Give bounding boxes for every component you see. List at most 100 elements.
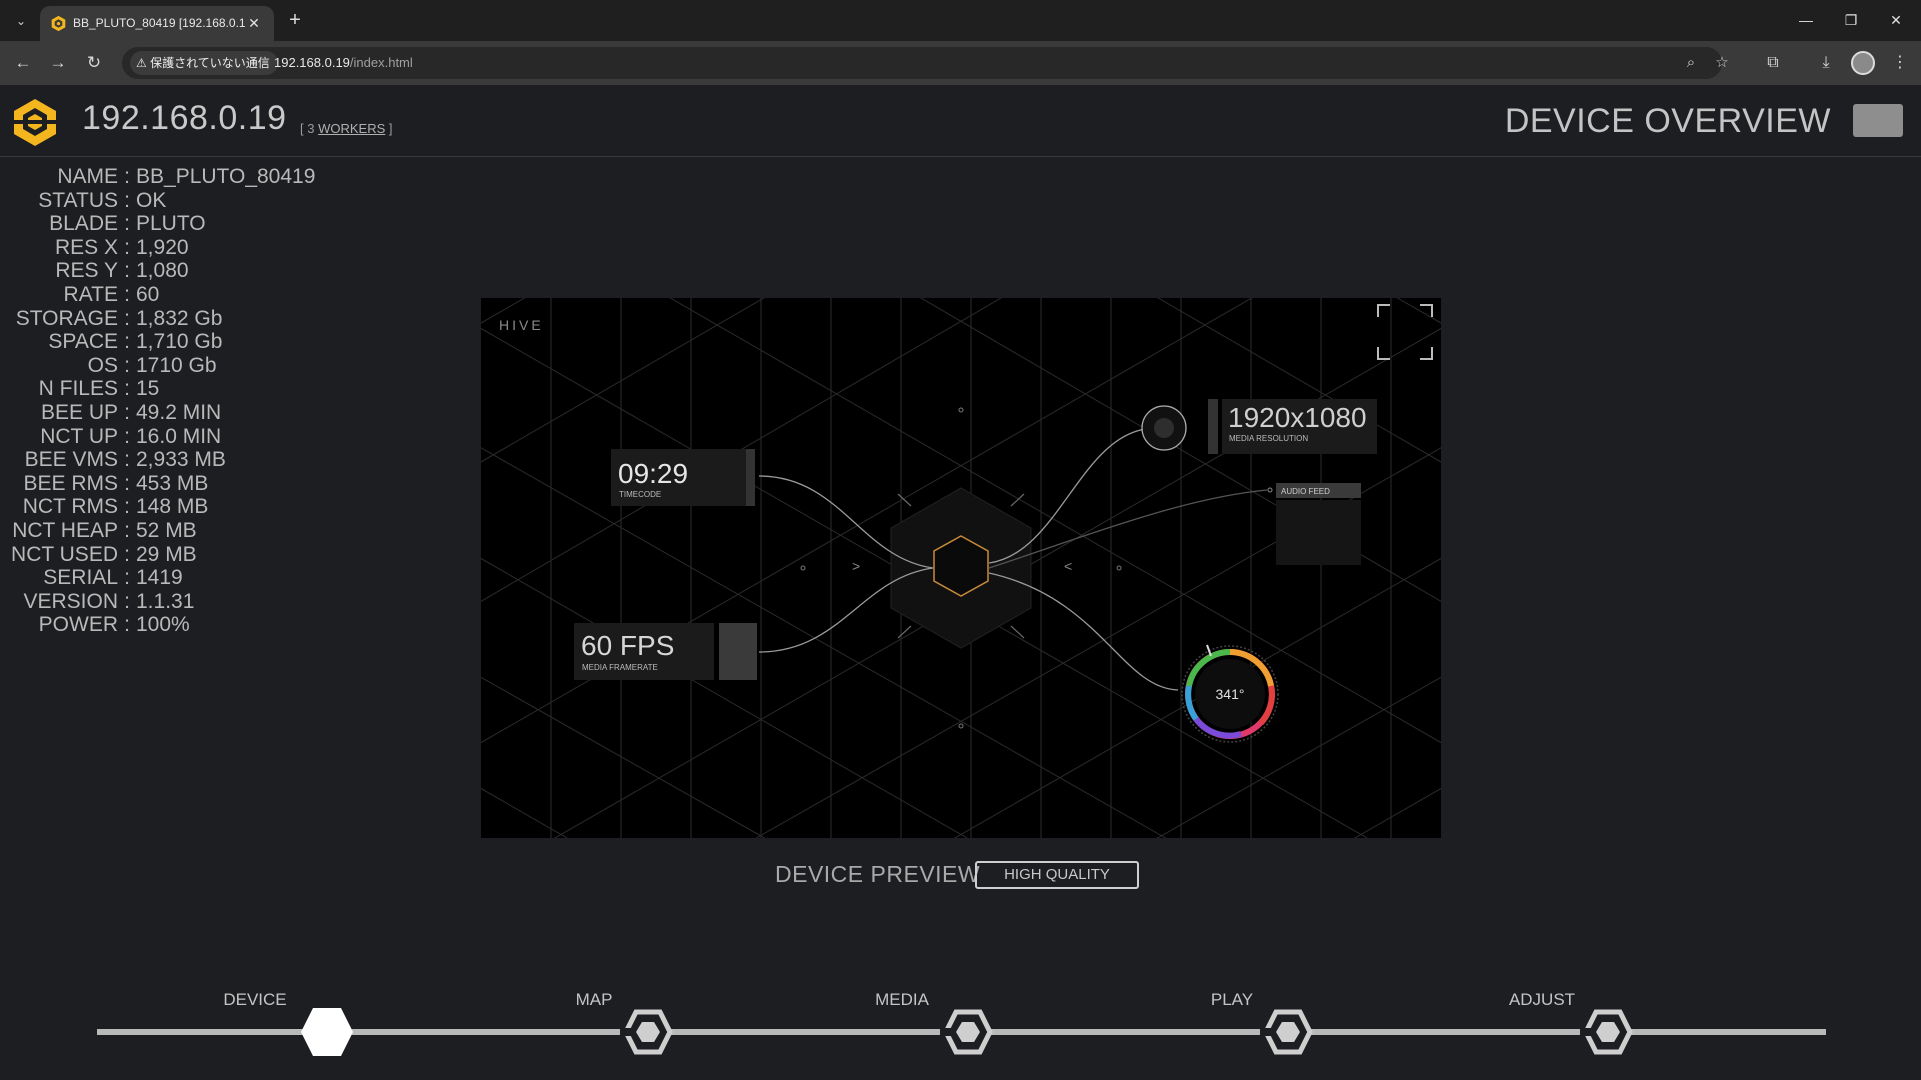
new-tab-icon[interactable]: + [283, 9, 307, 33]
app-header: 192.168.0.19 [ 3 WORKERS ] DEVICE OVERVI… [0, 85, 1921, 157]
back-icon[interactable]: ← [10, 51, 36, 75]
bookmark-star-icon[interactable]: ☆ [1711, 52, 1733, 74]
info-key: NAME [57, 165, 118, 188]
step-node-icon[interactable] [620, 1004, 676, 1060]
info-value: 52 MB [136, 518, 197, 542]
info-key: RATE [63, 282, 118, 306]
minimize-icon[interactable]: — [1791, 8, 1821, 32]
timecode-value: 09:29 [618, 458, 688, 489]
device-info-list: NAME: BB_PLUTO_80419 STATUS: OK BLADE: PLUTO R… [0, 165, 340, 637]
info-separator: : [124, 353, 130, 377]
info-row: N FILES:15 [0, 377, 340, 401]
info-value: 1419 [136, 566, 183, 590]
address-bar[interactable]: ⚠ 保護されていない通信 192.168.0.19/index.html ⌕ ☆ [122, 47, 1729, 79]
info-row: NCT RMS:148 MB [0, 495, 340, 519]
info-separator: : [124, 212, 130, 236]
info-separator: : [124, 235, 130, 259]
tab-title: BB_PLUTO_80419 [192.168.0.19 [73, 16, 245, 30]
warning-icon: ⚠ [136, 56, 147, 70]
info-row: RATE:60 [0, 283, 340, 307]
step-node-icon[interactable] [1580, 1004, 1636, 1060]
restore-icon[interactable]: ❐ [1836, 8, 1866, 32]
step-node-icon[interactable] [940, 1004, 996, 1060]
security-chip[interactable]: ⚠ 保護されていない通信 [130, 51, 278, 75]
info-row: RES X:1,920 [0, 236, 340, 260]
url-text[interactable]: 192.168.0.19/index.html [274, 55, 413, 70]
info-separator: : [124, 377, 130, 401]
info-value: BB_PLUTO_80419 [136, 165, 316, 188]
info-key: NCT UP [40, 424, 118, 448]
center-hex-group: > < [800, 407, 1122, 729]
browser-menu-icon[interactable]: ⋮ [1888, 51, 1912, 75]
info-key: RES Y [55, 259, 118, 283]
url-host: 192.168.0.19 [274, 55, 350, 70]
info-value: 60 [136, 282, 160, 306]
info-row: NCT USED:29 MB [0, 543, 340, 567]
info-value: 148 MB [136, 495, 209, 519]
close-window-icon[interactable]: ✕ [1881, 8, 1911, 32]
device-preview[interactable]: HIVE > < 09:29 TIMECODE 60 FPS MEDIA FRA… [481, 298, 1441, 838]
info-row: NCT HEAP:52 MB [0, 519, 340, 543]
workflow-stepper: DEVICE MAP MEDIA PLAY ADJUST [0, 990, 1921, 1080]
info-value: 1.1.31 [136, 589, 195, 613]
browser-tab[interactable]: BB_PLUTO_80419 [192.168.0.19 ✕ [40, 6, 274, 41]
info-key: BEE RMS [23, 471, 118, 495]
header-toggle-button[interactable] [1853, 104, 1903, 137]
step-node-active-icon[interactable] [299, 1004, 355, 1060]
info-key: NCT RMS [22, 495, 118, 519]
high-quality-button[interactable]: HIGH QUALITY [975, 861, 1139, 889]
tab-close-icon[interactable]: ✕ [244, 13, 264, 33]
resolution-value: 1920x1080 [1228, 402, 1367, 433]
info-separator: : [124, 400, 130, 424]
profile-avatar[interactable] [1851, 51, 1875, 75]
step-label-device[interactable]: DEVICE [195, 990, 315, 1010]
info-row: NCT UP:16.0 MIN [0, 425, 340, 449]
info-key: BEE VMS [24, 448, 118, 472]
info-key: POWER [38, 613, 118, 637]
workers-info: [ 3 WORKERS ] [300, 121, 392, 136]
info-separator: : [124, 518, 130, 542]
info-separator: : [124, 613, 130, 637]
page-title: DEVICE OVERVIEW [1504, 102, 1831, 140]
info-row: OS:1710 Gb [0, 354, 340, 378]
device-preview-label: DEVICE PREVIEW [775, 861, 981, 887]
info-row: SERIAL:1419 [0, 566, 340, 590]
info-key: BEE UP [40, 400, 118, 424]
info-separator: : [124, 542, 130, 566]
workers-link[interactable]: WORKERS [318, 121, 385, 136]
info-row: BEE VMS:2,933 MB [0, 448, 340, 472]
framerate-value: 60 FPS [581, 630, 674, 661]
info-value: PLUTO [136, 212, 206, 236]
hive-favicon-icon [51, 15, 66, 32]
info-value: 1,710 Gb [136, 330, 223, 354]
info-row: STATUS: OK [0, 189, 340, 213]
preview-brand: HIVE [499, 317, 544, 333]
forward-icon[interactable]: → [45, 51, 71, 75]
info-separator: : [124, 495, 130, 519]
info-value: 453 MB [136, 471, 209, 495]
info-value: 2,933 MB [136, 448, 226, 472]
resolution-panel: 1920x1080 MEDIA RESOLUTION [1141, 399, 1377, 454]
info-value: 1,832 Gb [136, 306, 223, 330]
info-key: BLADE [49, 212, 118, 236]
info-separator: : [124, 566, 130, 590]
info-separator: : [124, 259, 130, 283]
download-icon[interactable]: ⤓ [1814, 51, 1838, 75]
info-value: 15 [136, 377, 160, 401]
info-row: SPACE:1,710 Gb [0, 330, 340, 354]
reload-icon[interactable]: ↻ [81, 51, 107, 75]
extensions-icon[interactable]: ⧉ [1761, 51, 1785, 75]
hive-logo-icon [14, 99, 56, 146]
info-row: POWER:100% [0, 613, 340, 637]
info-value: 1,920 [136, 235, 189, 259]
url-path: /index.html [349, 55, 413, 70]
audio-feed-label: AUDIO FEED [1281, 487, 1330, 496]
info-separator: : [124, 188, 130, 212]
info-separator: : [124, 282, 130, 306]
info-key: SPACE [48, 330, 118, 354]
tab-search-icon[interactable]: ⌄ [10, 10, 32, 32]
step-node-icon[interactable] [1260, 1004, 1316, 1060]
zoom-icon[interactable]: ⌕ [1680, 52, 1702, 74]
info-value: OK [136, 188, 167, 212]
info-key: SERIAL [43, 566, 118, 590]
